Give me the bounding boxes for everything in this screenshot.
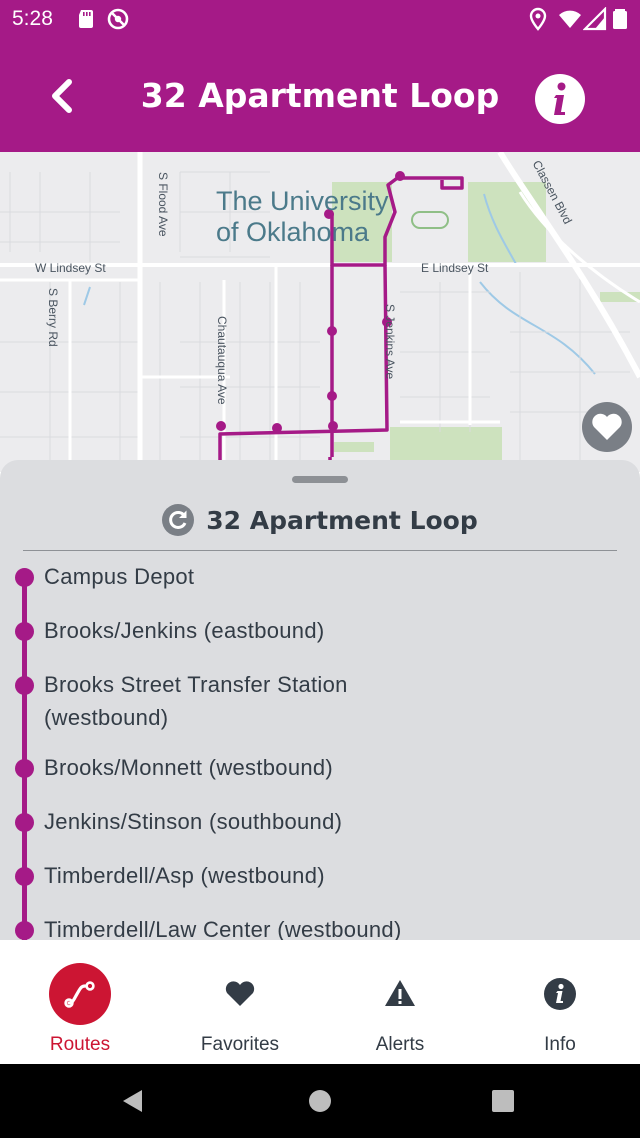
nav-routes[interactable]: Routes (0, 940, 160, 1064)
heart-icon (592, 413, 622, 440)
stop-dot (15, 867, 34, 886)
street-label-berry: S Berry Rd (46, 288, 60, 347)
home-circle-icon[interactable] (307, 1088, 333, 1114)
nav-alerts-label: Alerts (375, 1034, 425, 1055)
sheet-divider (23, 550, 617, 551)
street-label-w-lindsey: W Lindsey St (35, 261, 106, 275)
nav-info-label: Info (544, 1034, 576, 1055)
street-label-e-lindsey: E Lindsey St (421, 261, 489, 275)
battery-icon (613, 9, 627, 29)
route-map[interactable]: The University of Oklahoma S Flood Ave C… (0, 152, 640, 472)
map-campus-label: The University of Oklahoma (216, 186, 389, 247)
stop-dot (15, 568, 34, 587)
stop-name: Timberdell/Asp (westbound) (44, 863, 325, 888)
stop-name: Campus Depot (44, 564, 195, 589)
sd-card-icon (79, 10, 93, 28)
status-time: 5:28 (12, 7, 53, 30)
back-triangle-icon[interactable] (120, 1088, 146, 1114)
sheet-drag-handle[interactable] (292, 476, 348, 483)
stop-dot (15, 622, 34, 641)
nav-favorites-label: Favorites (200, 1034, 280, 1055)
no-disturb-icon (107, 8, 129, 30)
recents-square-icon[interactable] (491, 1089, 515, 1113)
sheet-route-name: 32 Apartment Loop (206, 505, 478, 535)
favorite-button[interactable] (582, 402, 632, 452)
stop-name: Jenkins/Stinson (southbound) (44, 809, 343, 834)
status-bar: 5:28 (0, 0, 640, 38)
street-label-chautauqua: Chautauqua Ave (215, 316, 229, 405)
location-icon (529, 7, 547, 31)
route-stops-sheet[interactable]: 32 Apartment Loop Campus Depot Brooks/Je… (0, 460, 640, 940)
nav-alerts[interactable]: Alerts (320, 940, 480, 1064)
info-icon (544, 978, 576, 1010)
route-path-icon (64, 981, 95, 1008)
app-header: 32 Apartment Loop (0, 38, 640, 152)
street-label-flood: S Flood Ave (156, 172, 170, 237)
stop-dot (15, 921, 34, 940)
heart-icon (225, 981, 255, 1006)
nav-favorites[interactable]: Favorites (160, 940, 320, 1064)
stop-dot (15, 759, 34, 778)
stop-name: Brooks Street Transfer Station (westboun… (44, 672, 348, 730)
nav-info[interactable]: Info (480, 940, 640, 1064)
nav-routes-label: Routes (49, 1034, 111, 1055)
loop-arrow-icon (162, 504, 195, 536)
system-navigation-bar (0, 1064, 640, 1138)
bottom-navigation: Routes Favorites Alerts Info (0, 940, 640, 1064)
warning-icon (385, 980, 415, 1006)
stop-dot (15, 676, 34, 695)
stop-name: Timberdell/Law Center (westbound) (44, 917, 402, 940)
street-label-jenkins: S Jenkins Ave (383, 304, 397, 380)
cell-signal-icon (583, 7, 607, 31)
stop-dot (15, 813, 34, 832)
info-icon[interactable] (534, 73, 586, 125)
wifi-icon (559, 10, 581, 28)
stop-name: Brooks/Monnett (westbound) (44, 755, 334, 780)
stop-name: Brooks/Jenkins (eastbound) (44, 618, 325, 643)
sheet-header: 32 Apartment Loop (0, 504, 640, 544)
